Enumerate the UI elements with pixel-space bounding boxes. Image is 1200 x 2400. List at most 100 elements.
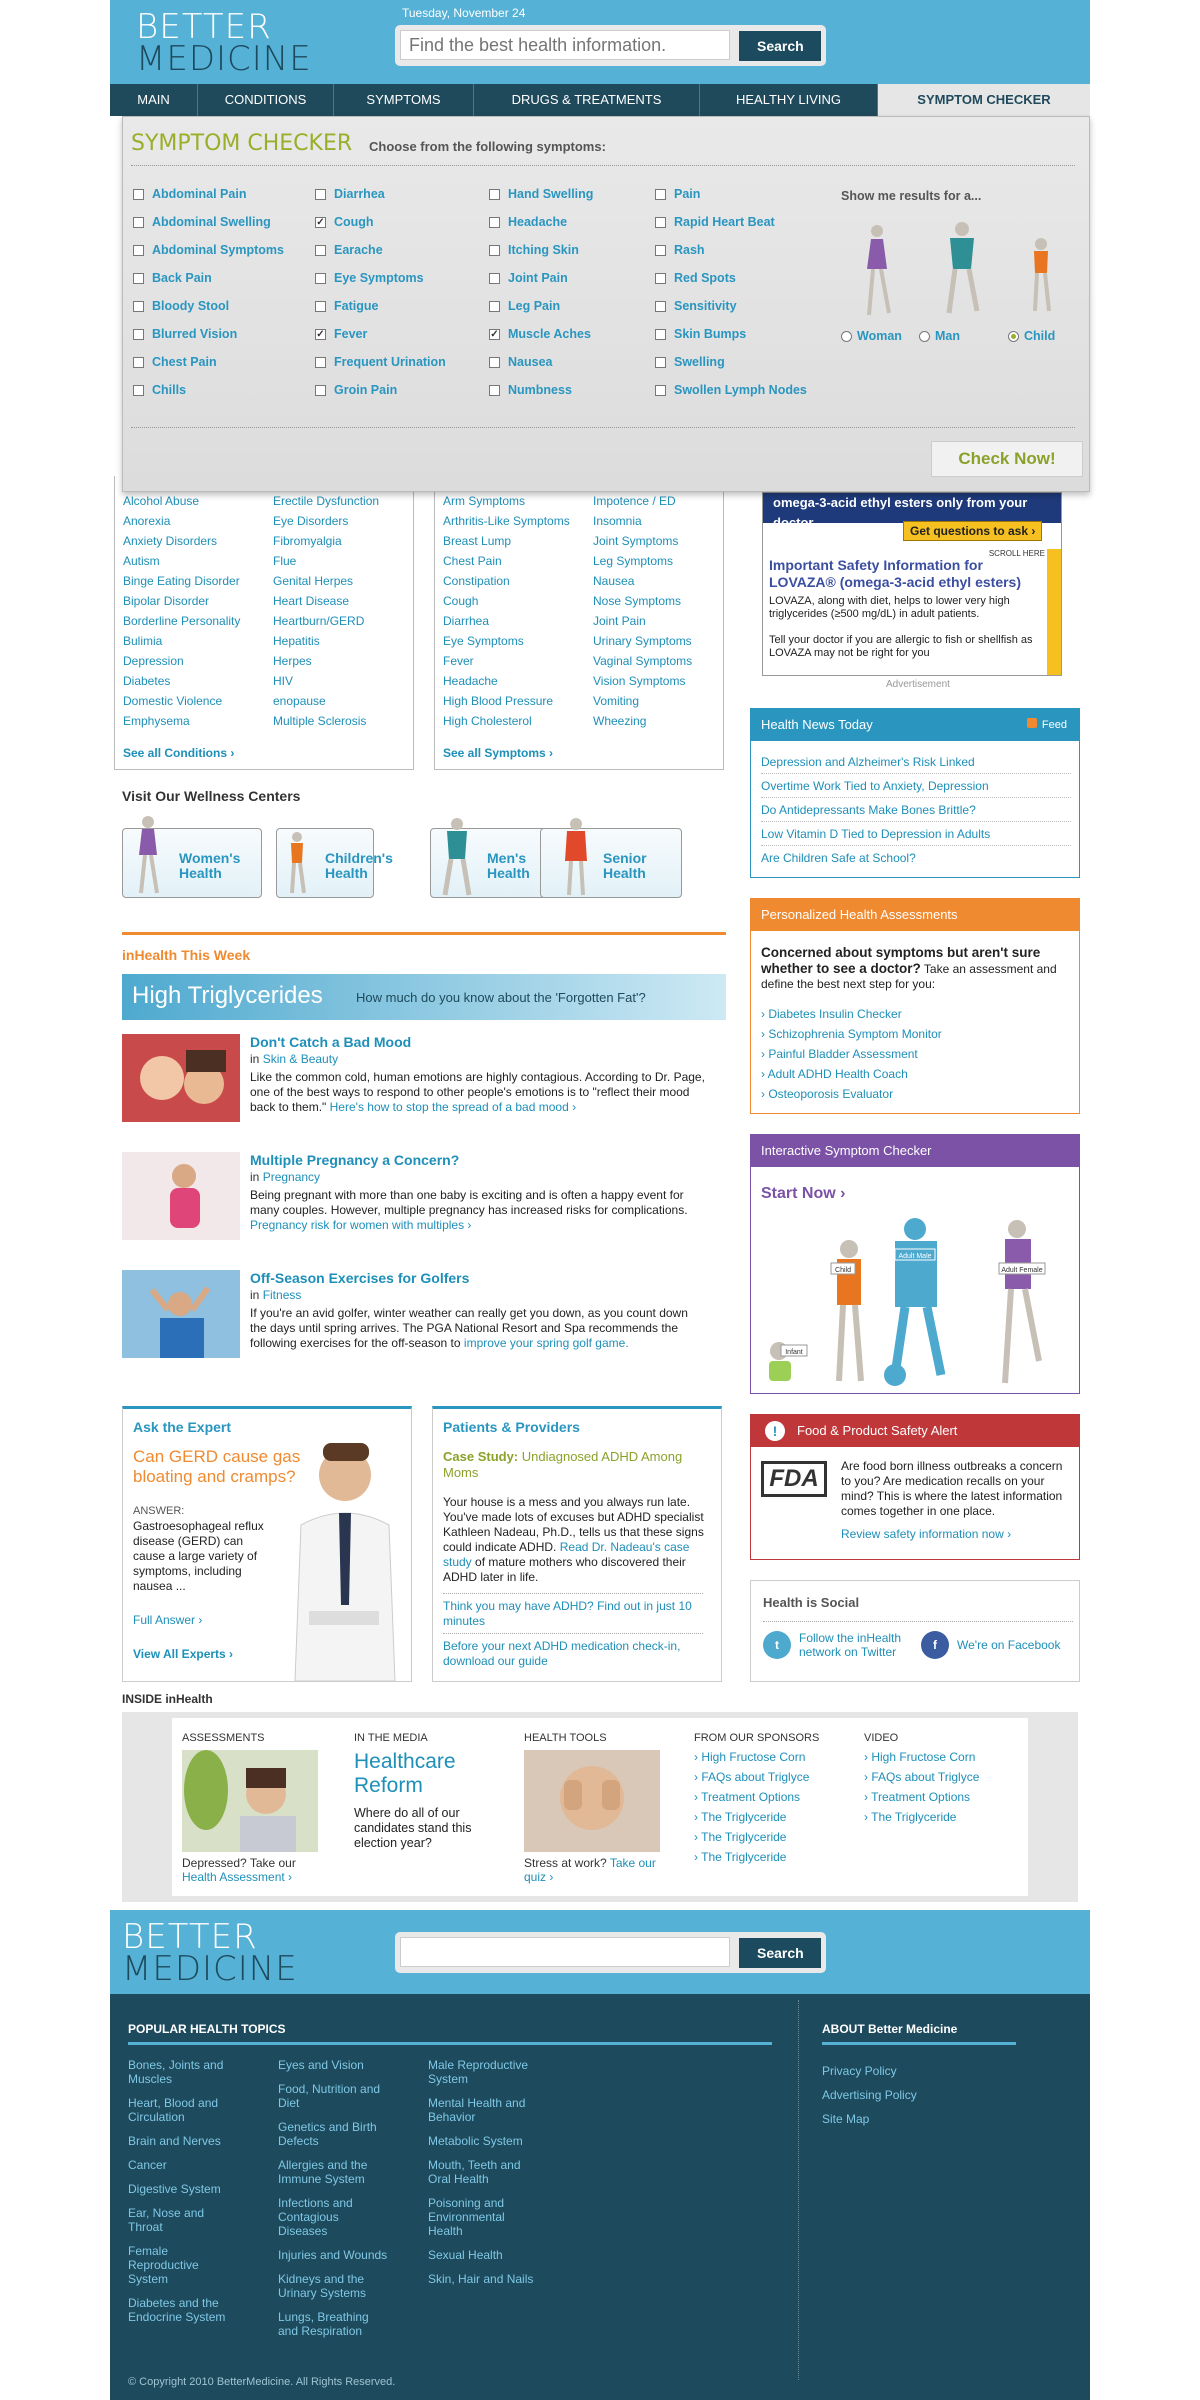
symptom-checkbox-row[interactable]: Eye Symptoms [315, 271, 424, 285]
footer-topic-link[interactable]: Bones, Joints and Muscles [128, 2058, 238, 2086]
symptom-checkbox-row[interactable]: Earache [315, 243, 383, 257]
footer-logo[interactable]: BETTER MEDICINE [122, 1920, 298, 1985]
rss-feed-link[interactable]: Feed [1026, 709, 1067, 741]
tab-conditions[interactable]: CONDITIONS [198, 84, 334, 116]
ad-scrollbar[interactable]: SCROLL HERE [989, 549, 1061, 675]
child-radio[interactable]: Child [1008, 329, 1055, 343]
symptom-link[interactable]: Joint Symptoms [593, 534, 678, 548]
see-all-conditions-link[interactable]: See all Conditions › [123, 746, 234, 760]
condition-link[interactable]: Genital Herpes [273, 574, 353, 588]
footer-topic-link[interactable]: Lungs, Breathing and Respiration [278, 2310, 388, 2338]
advertisement[interactable]: omega-3-acid ethyl esters only from your… [762, 492, 1062, 676]
symptom-checkbox-row[interactable]: Chest Pain [133, 355, 217, 369]
video-link[interactable]: › High Fructose Corn [864, 1750, 975, 1764]
symptom-link[interactable]: High Cholesterol [443, 714, 532, 728]
symptom-link[interactable]: Insomnia [593, 514, 642, 528]
footer-topic-link[interactable]: Food, Nutrition and Diet [278, 2082, 388, 2110]
article-link[interactable]: improve your spring golf game. [464, 1336, 629, 1350]
symptom-link[interactable]: Nose Symptoms [593, 594, 681, 608]
symptom-checkbox-row[interactable]: Fatigue [315, 299, 378, 313]
symptom-link[interactable]: Nausea [593, 574, 634, 588]
article-category-link[interactable]: Skin & Beauty [263, 1052, 338, 1066]
symptom-checkbox-row[interactable]: Abdominal Swelling [133, 215, 271, 229]
symptom-link[interactable]: Diarrhea [443, 614, 489, 628]
senior-health-center[interactable]: Senior Health [540, 818, 682, 898]
article-category-link[interactable]: Fitness [263, 1288, 302, 1302]
symptom-link[interactable]: Arm Symptoms [443, 494, 525, 508]
sponsor-link[interactable]: › High Fructose Corn [694, 1750, 805, 1764]
article-photo[interactable] [122, 1270, 240, 1358]
footer-search-input[interactable] [400, 1937, 730, 1967]
symptom-link[interactable]: Fever [443, 654, 474, 668]
condition-link[interactable]: Alcohol Abuse [123, 494, 199, 508]
news-link[interactable]: Are Children Safe at School? [761, 851, 916, 865]
condition-link[interactable]: Depression [123, 654, 184, 668]
twitter-link[interactable]: t Follow the inHealth network on Twitter [763, 1631, 913, 1659]
symptom-checkbox-row[interactable]: Hand Swelling [489, 187, 593, 201]
tab-drugs-treatments[interactable]: DRUGS & TREATMENTS [474, 84, 700, 116]
footer-topic-link[interactable]: Mental Health and Behavior [428, 2096, 538, 2124]
full-answer-link[interactable]: Full Answer › [133, 1613, 202, 1627]
symptom-link[interactable]: Impotence / ED [593, 494, 676, 508]
footer-topic-link[interactable]: Allergies and the Immune System [278, 2158, 388, 2186]
woman-radio[interactable]: Woman [841, 329, 902, 343]
symptom-checkbox-row[interactable]: Groin Pain [315, 383, 397, 397]
symptom-checkbox-row[interactable]: Swollen Lymph Nodes [655, 383, 807, 397]
sponsor-link[interactable]: › The Triglyceride [694, 1810, 786, 1824]
symptom-checkbox-row[interactable]: Chills [133, 383, 186, 397]
article-link[interactable]: Pregnancy risk for women with multiples … [250, 1218, 471, 1232]
news-link[interactable]: Overtime Work Tied to Anxiety, Depressio… [761, 779, 989, 793]
article-link[interactable]: Here's how to stop the spread of a bad m… [330, 1100, 576, 1114]
symptom-checkbox-row[interactable]: Rapid Heart Beat [655, 215, 775, 229]
footer-topic-link[interactable]: Mouth, Teeth and Oral Health [428, 2158, 538, 2186]
footer-topic-link[interactable]: Kidneys and the Urinary Systems [278, 2272, 388, 2300]
footer-topic-link[interactable]: Cancer [128, 2158, 238, 2172]
site-logo[interactable]: BETTER MEDICINE [136, 10, 312, 75]
symptom-link[interactable]: Breast Lump [443, 534, 511, 548]
symptom-checkbox-row[interactable]: ✓ Muscle Aches [489, 327, 591, 341]
footer-topic-link[interactable]: Injuries and Wounds [278, 2248, 388, 2262]
assessments-link[interactable]: Health Assessment › [182, 1870, 292, 1884]
symptom-checkbox-row[interactable]: Swelling [655, 355, 725, 369]
symptom-link[interactable]: Arthritis-Like Symptoms [443, 514, 570, 528]
article-photo[interactable] [122, 1034, 240, 1122]
symptom-checkbox-row[interactable]: Blurred Vision [133, 327, 237, 341]
footer-topic-link[interactable]: Infections and Contagious Diseases [278, 2196, 388, 2238]
footer-about-link[interactable]: Advertising Policy [822, 2088, 932, 2102]
symptom-link[interactable]: High Blood Pressure [443, 694, 553, 708]
womens-health-center[interactable]: Women's Health [122, 816, 262, 898]
video-link[interactable]: › Treatment Options [864, 1790, 970, 1804]
symptom-link[interactable]: Leg Symptoms [593, 554, 673, 568]
symptom-link[interactable]: Urinary Symptoms [593, 634, 692, 648]
condition-link[interactable]: HIV [273, 674, 293, 688]
symptom-link[interactable]: Eye Symptoms [443, 634, 524, 648]
search-input[interactable] [400, 30, 730, 60]
condition-link[interactable]: Autism [123, 554, 160, 568]
assessment-link[interactable]: › Schizophrenia Symptom Monitor [761, 1027, 942, 1041]
video-link[interactable]: › The Triglyceride [864, 1810, 956, 1824]
article-title[interactable]: Don't Catch a Bad Mood [250, 1034, 411, 1050]
condition-link[interactable]: Binge Eating Disorder [123, 574, 240, 588]
adhd-quiz-link[interactable]: Think you may have ADHD? Find out in jus… [443, 1599, 703, 1629]
tab-healthy-living[interactable]: HEALTHY LIVING [700, 84, 878, 116]
symptom-checkbox-row[interactable]: Numbness [489, 383, 572, 397]
condition-link[interactable]: Anxiety Disorders [123, 534, 217, 548]
healthcare-reform-link[interactable]: Healthcare Reform [354, 1750, 494, 1798]
symptom-link[interactable]: Joint Pain [593, 614, 646, 628]
condition-link[interactable]: Multiple Sclerosis [273, 714, 366, 728]
video-link[interactable]: › FAQs about Triglyce [864, 1770, 979, 1784]
footer-topic-link[interactable]: Heart, Blood and Circulation [128, 2096, 238, 2124]
condition-link[interactable]: Domestic Violence [123, 694, 222, 708]
sponsor-link[interactable]: › FAQs about Triglyce [694, 1770, 809, 1784]
footer-about-link[interactable]: Privacy Policy [822, 2064, 932, 2078]
article-photo[interactable] [122, 1152, 240, 1240]
footer-topic-link[interactable]: Metabolic System [428, 2134, 538, 2148]
footer-topic-link[interactable]: Eyes and Vision [278, 2058, 388, 2072]
article-title[interactable]: Multiple Pregnancy a Concern? [250, 1152, 459, 1168]
condition-link[interactable]: Diabetes [123, 674, 170, 688]
symptom-link[interactable]: Cough [443, 594, 478, 608]
symptom-checkbox-row[interactable]: ✓ Cough [315, 215, 374, 229]
footer-topic-link[interactable]: Digestive System [128, 2182, 238, 2196]
symptom-checkbox-row[interactable]: Frequent Urination [315, 355, 446, 369]
tab-main[interactable]: MAIN [110, 84, 198, 116]
